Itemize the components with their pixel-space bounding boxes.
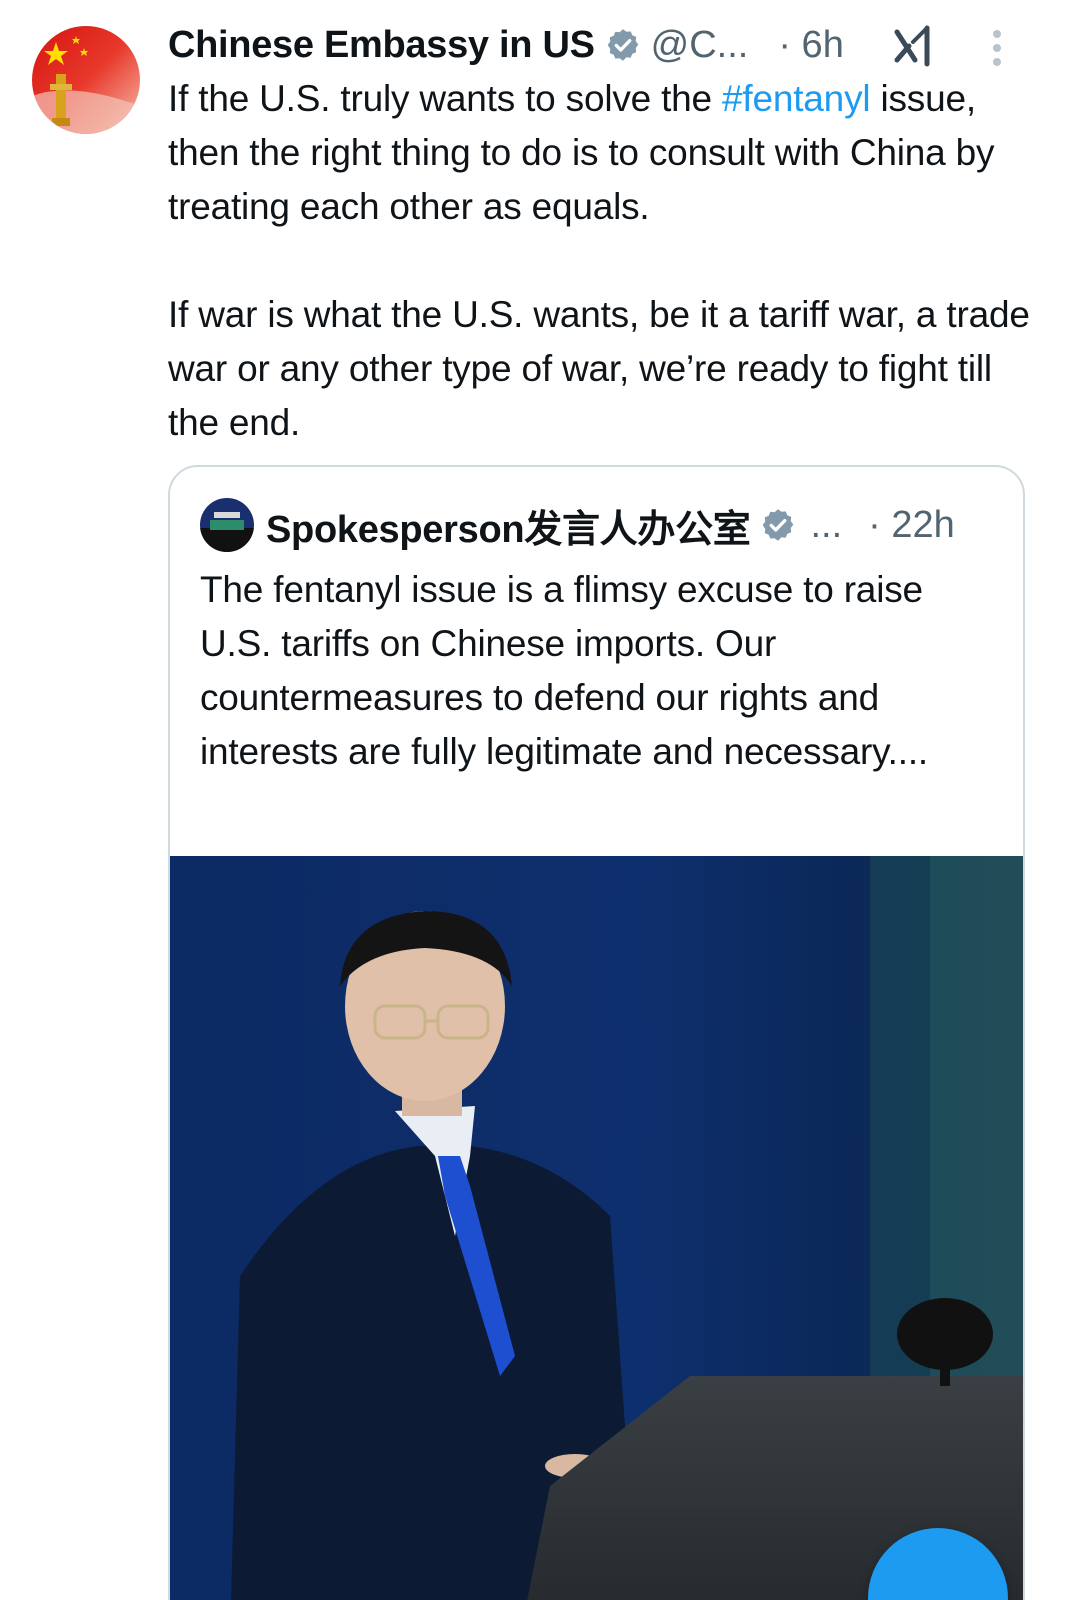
- quoted-author-handle[interactable]: ...: [810, 504, 842, 547]
- hashtag-link[interactable]: #fentanyl: [722, 78, 871, 119]
- quoted-tweet-card[interactable]: Spokesperson发言人办公室 ... · 22h The fentany…: [168, 465, 1025, 1600]
- quoted-tweet-timestamp[interactable]: · 22h: [868, 504, 955, 547]
- quoted-author-avatar[interactable]: [200, 498, 254, 552]
- more-options-icon[interactable]: [990, 28, 1004, 68]
- quoted-tweet-photo[interactable]: [170, 856, 1023, 1600]
- author-avatar[interactable]: [32, 26, 140, 134]
- author-name[interactable]: Chinese Embassy in US: [168, 24, 595, 67]
- quoted-author-name[interactable]: Spokesperson发言人办公室: [266, 498, 751, 553]
- tweet-paragraph-2: If war is what the U.S. wants, be it a t…: [168, 294, 1030, 443]
- tweet-timestamp[interactable]: · 6h: [778, 24, 843, 67]
- tweet-header: Chinese Embassy in US @C... · 6h: [168, 20, 1058, 70]
- tweet[interactable]: Chinese Embassy in US @C... · 6h If the …: [0, 0, 1078, 1600]
- spokesperson-photo-image: [170, 856, 1023, 1600]
- author-avatar-image: [32, 26, 140, 134]
- tweet-paragraph-1: If the U.S. truly wants to solve the #fe…: [168, 72, 1048, 234]
- quoted-tweet-text: The fentanyl issue is a flimsy excuse to…: [200, 569, 928, 772]
- verified-badge-icon[interactable]: [760, 507, 796, 543]
- quoted-tweet-header: Spokesperson发言人办公室 ... · 22h: [200, 497, 1000, 553]
- tweet-text-before-hashtag: If the U.S. truly wants to solve the: [168, 78, 723, 119]
- author-handle[interactable]: @C...: [651, 24, 749, 67]
- verified-badge-icon[interactable]: [605, 27, 641, 63]
- tweet-text: If the U.S. truly wants to solve the #fe…: [168, 72, 1048, 450]
- grok-icon[interactable]: [893, 24, 937, 68]
